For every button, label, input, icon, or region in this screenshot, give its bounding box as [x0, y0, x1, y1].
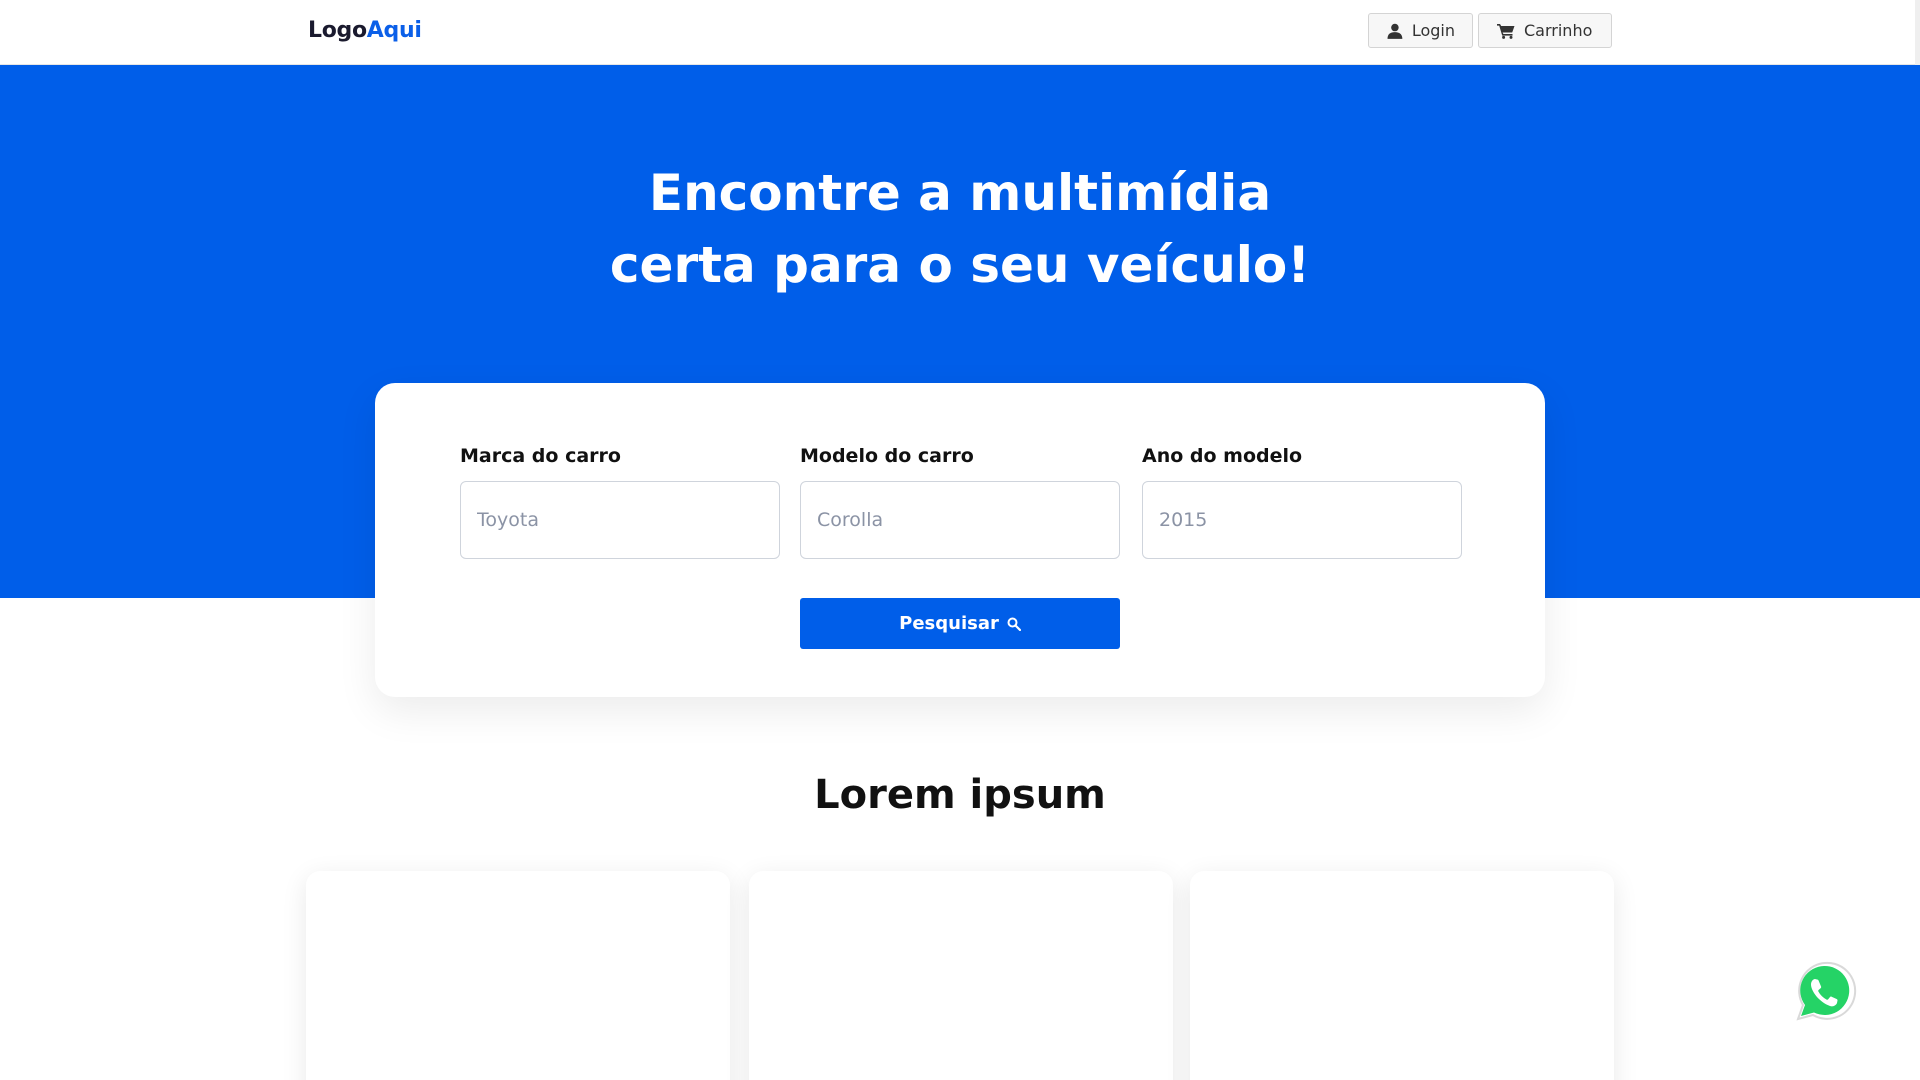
- logo-text-part1: Logo: [308, 18, 367, 43]
- cart-label: Carrinho: [1524, 21, 1593, 40]
- cart-icon: [1497, 23, 1515, 39]
- section-title: Lorem ipsum: [814, 772, 1106, 818]
- hero-title-line-2: certa para o seu veículo!: [609, 236, 1311, 294]
- login-button[interactable]: Login: [1368, 13, 1473, 48]
- search-button[interactable]: Pesquisar: [800, 598, 1120, 649]
- search-icon: [1007, 617, 1021, 631]
- product-card[interactable]: [306, 871, 730, 1080]
- logo[interactable]: LogoAqui: [308, 18, 422, 43]
- site-header: LogoAqui Login Carrinho: [0, 0, 1920, 65]
- user-icon: [1387, 23, 1403, 39]
- hero-title: Encontre a multimídia certa para o seu v…: [0, 157, 1920, 301]
- search-button-label: Pesquisar: [899, 613, 999, 634]
- product-card[interactable]: [749, 871, 1173, 1080]
- model-input[interactable]: [800, 481, 1120, 559]
- whatsapp-icon: [1796, 961, 1857, 1021]
- whatsapp-button[interactable]: [1786, 955, 1862, 1031]
- scrollbar-edge[interactable]: [1915, 0, 1920, 65]
- cart-button[interactable]: Carrinho: [1478, 13, 1612, 48]
- product-card[interactable]: [1190, 871, 1614, 1080]
- brand-input[interactable]: [460, 481, 780, 559]
- brand-label: Marca do carro: [460, 445, 621, 467]
- vehicle-search-card: Marca do carro Modelo do carro Ano do mo…: [375, 383, 1545, 697]
- hero-title-line-1: Encontre a multimídia: [648, 164, 1272, 222]
- logo-text-part2: Aqui: [366, 18, 422, 43]
- year-input[interactable]: [1142, 481, 1462, 559]
- model-label: Modelo do carro: [800, 445, 974, 467]
- login-label: Login: [1411, 21, 1455, 40]
- year-label: Ano do modelo: [1142, 445, 1303, 467]
